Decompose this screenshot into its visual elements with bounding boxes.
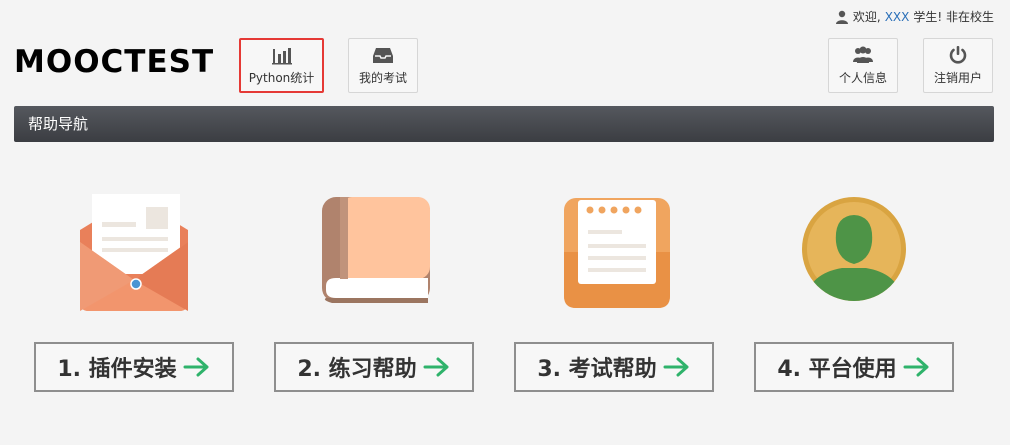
logout-label: 注销用户 xyxy=(933,71,982,85)
profile-label: 个人信息 xyxy=(838,71,887,85)
user-avatar-icon xyxy=(802,197,906,301)
user-info: 欢迎, XXX 学生! 非在校生 xyxy=(835,8,994,25)
arrow-right-icon xyxy=(663,357,689,377)
help-nav-bar: 帮助导航 xyxy=(14,106,994,142)
practice-help-button[interactable]: 2. 练习帮助 xyxy=(274,342,474,392)
arrow-right-icon xyxy=(183,357,209,377)
exam-help-label: 3. 考试帮助 xyxy=(537,357,657,382)
my-exams-label: 我的考试 xyxy=(358,71,407,85)
power-icon xyxy=(949,46,967,64)
my-exams-button[interactable]: 我的考试 xyxy=(348,38,418,93)
arrow-right-icon xyxy=(423,357,449,377)
card-exam-help: 3. 考试帮助 xyxy=(494,182,714,392)
welcome-prefix: 欢迎, xyxy=(852,10,881,24)
card-practice-help: 2. 练习帮助 xyxy=(254,182,474,392)
user-status: 学生! 非在校生 xyxy=(913,10,994,24)
python-stats-button[interactable]: Python统计 xyxy=(239,38,324,93)
logo[interactable]: MOOCTEST xyxy=(14,44,214,80)
plugin-install-label: 1. 插件安装 xyxy=(57,357,177,382)
card-plugin-install: 1. 插件安装 xyxy=(14,182,234,392)
group-users-icon xyxy=(853,46,873,63)
inbox-icon xyxy=(373,48,393,63)
envelope-icon xyxy=(80,194,188,311)
python-stats-label: Python统计 xyxy=(248,71,315,85)
book-icon xyxy=(322,197,430,303)
notepad-icon xyxy=(564,198,670,308)
arrow-right-icon xyxy=(903,357,929,377)
bar-chart-icon xyxy=(271,48,292,65)
plugin-install-button[interactable]: 1. 插件安装 xyxy=(34,342,234,392)
user-icon xyxy=(835,10,848,24)
practice-help-label: 2. 练习帮助 xyxy=(297,357,417,382)
platform-usage-label: 4. 平台使用 xyxy=(777,357,897,382)
platform-usage-button[interactable]: 4. 平台使用 xyxy=(754,342,954,392)
card-platform-usage: 4. 平台使用 xyxy=(734,182,954,392)
profile-button[interactable]: 个人信息 xyxy=(828,38,898,93)
logout-button[interactable]: 注销用户 xyxy=(923,38,993,93)
user-name[interactable]: XXX xyxy=(885,10,910,24)
exam-help-button[interactable]: 3. 考试帮助 xyxy=(514,342,714,392)
